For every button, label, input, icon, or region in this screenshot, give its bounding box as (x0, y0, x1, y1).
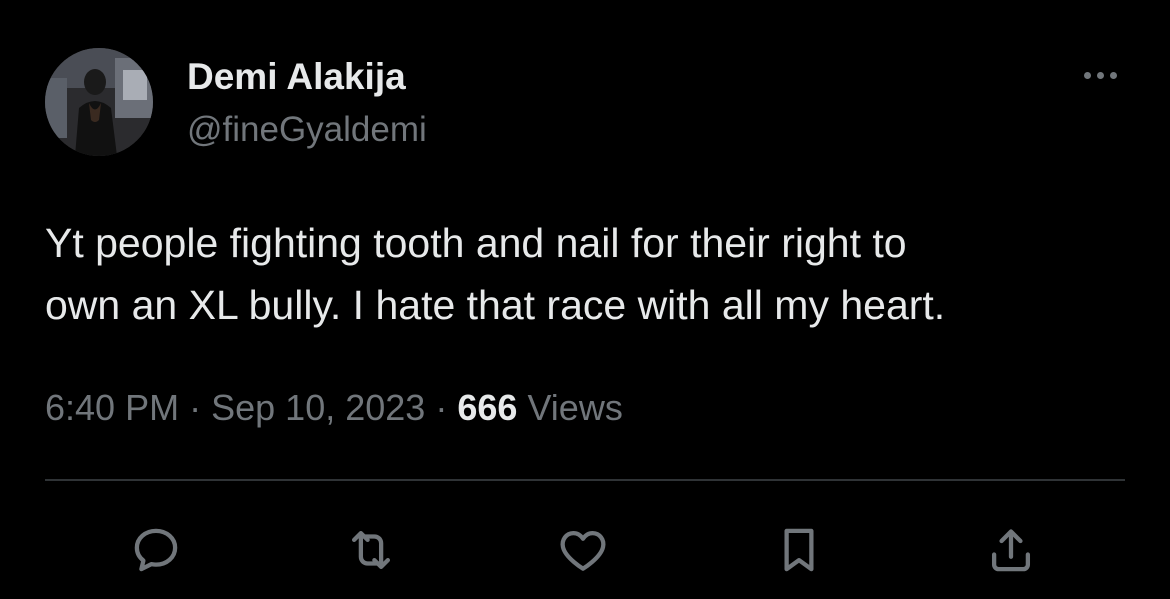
ellipsis-icon (1083, 71, 1091, 79)
meta-separator: · (189, 387, 202, 428)
tweet-text-line: Yt people fighting tooth and nail for th… (45, 220, 907, 266)
meta-separator: · (435, 387, 448, 428)
more-options-button[interactable] (1076, 60, 1124, 90)
share-button[interactable] (976, 515, 1046, 585)
bookmark-icon (784, 528, 814, 572)
ellipsis-icon-dot-2 (1096, 71, 1104, 79)
ellipsis-icon-dot-3 (1109, 71, 1117, 79)
divider (45, 479, 1125, 481)
bookmark-button[interactable] (764, 515, 834, 585)
profile-photo-icon (45, 48, 153, 156)
views-label: Views (527, 387, 623, 428)
views-count: 666 (457, 387, 518, 428)
repost-icon (351, 530, 391, 570)
tweet-date[interactable]: Sep 10, 2023 (211, 387, 425, 428)
heart-icon (560, 530, 606, 571)
tweet-card: Demi Alakija @fineGyaldemi Yt people fig… (0, 0, 1170, 599)
repost-button[interactable] (336, 515, 406, 585)
share-icon (991, 529, 1031, 572)
reply-button[interactable] (121, 515, 191, 585)
speech-bubble-icon (134, 528, 178, 572)
tweet-text: Yt people fighting tooth and nail for th… (45, 212, 1105, 336)
tweet-meta: 6:40 PM · Sep 10, 2023 · 666 Views (45, 387, 623, 429)
user-handle[interactable]: @fineGyaldemi (187, 110, 427, 150)
tweet-time[interactable]: 6:40 PM (45, 387, 179, 428)
display-name[interactable]: Demi Alakija (187, 56, 406, 98)
tweet-text-line: own an XL bully. I hate that race with a… (45, 282, 946, 328)
like-button[interactable] (548, 515, 618, 585)
action-bar (0, 515, 1170, 585)
avatar[interactable] (45, 48, 153, 156)
